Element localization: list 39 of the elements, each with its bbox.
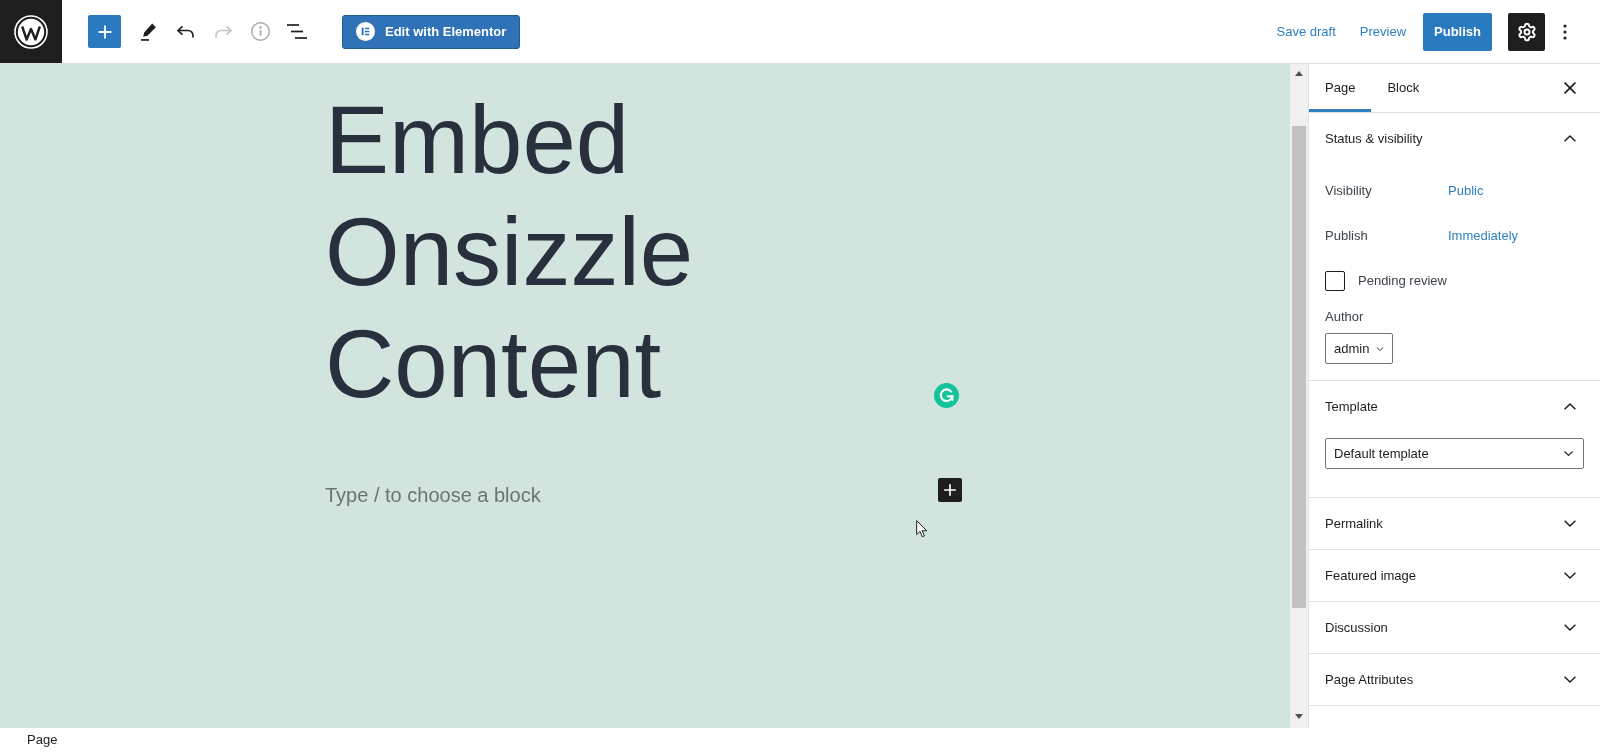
panel-toggle[interactable]: Template: [1309, 381, 1600, 432]
panel-toggle[interactable]: Featured image: [1309, 550, 1600, 601]
mouse-pointer-icon: [916, 520, 928, 538]
settings-button[interactable]: [1508, 12, 1545, 51]
chevron-down-icon: [1564, 451, 1573, 456]
field-label: Visibility: [1325, 182, 1373, 201]
publish-button[interactable]: Publish: [1423, 12, 1492, 51]
paragraph-field[interactable]: Type / to choose a block: [325, 481, 541, 509]
scroll-down-icon[interactable]: [1295, 714, 1303, 719]
select-field[interactable]: Default template: [1325, 438, 1584, 469]
field-value-link[interactable]: Public: [1448, 181, 1484, 201]
w-logo-icon: [14, 14, 48, 49]
scroll-up-icon[interactable]: [1295, 71, 1303, 76]
panel-toggle[interactable]: Discussion: [1309, 602, 1600, 653]
select-field[interactable]: admin: [1325, 333, 1394, 364]
panel-toggle[interactable]: Permalink: [1309, 498, 1600, 549]
header-link[interactable]: Preview: [1347, 13, 1419, 50]
header-link[interactable]: Save draft: [1264, 13, 1348, 50]
add-block-button[interactable]: [938, 478, 962, 502]
sidebar-tab[interactable]: Block: [1371, 64, 1436, 112]
title-field[interactable]: Embed Onsizzle Content: [325, 84, 965, 420]
panel-toggle[interactable]: Page Attributes: [1309, 654, 1600, 705]
edit-with-builder-button[interactable]: Edit with Elementor: [342, 14, 521, 49]
site-logo-button[interactable]: [0, 0, 62, 63]
close-icon: [1564, 82, 1576, 94]
field-value-link[interactable]: Immediately: [1448, 226, 1519, 246]
breadcrumb-link[interactable]: Page: [27, 730, 58, 750]
chevron-down-icon: [1376, 346, 1385, 351]
panel-toggle[interactable]: Status & visibility: [1309, 113, 1600, 164]
checkbox[interactable]: [1325, 271, 1345, 291]
field-label: Publish: [1325, 227, 1369, 246]
sidebar-tab[interactable]: Page: [1309, 64, 1372, 112]
settings-icon: [1516, 21, 1537, 42]
scrollbar-thumb[interactable]: [1292, 126, 1306, 608]
builder-logo-icon: [356, 22, 375, 41]
field-label: Author: [1325, 308, 1364, 326]
plus-icon: [941, 481, 959, 499]
kebab-menu-icon: [1563, 23, 1567, 40]
checkbox-label: Pending review: [1358, 272, 1447, 291]
